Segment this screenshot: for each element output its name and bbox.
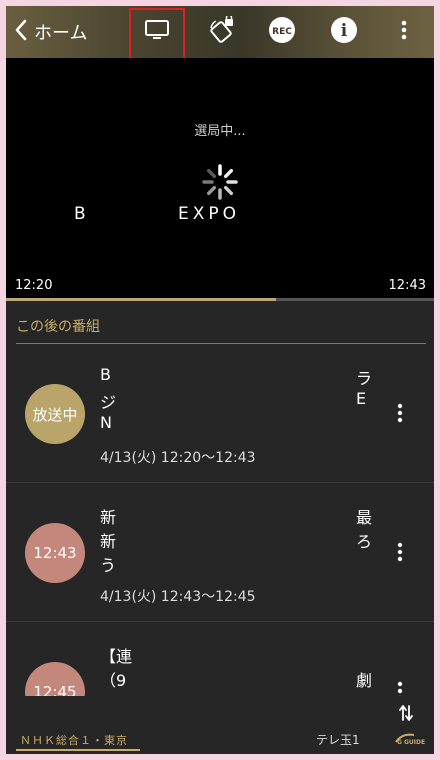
video-caption-center: EXPO <box>178 204 241 224</box>
item-more-button[interactable] <box>391 538 409 566</box>
rec-icon: REC <box>267 15 297 49</box>
current-channel-indicator <box>16 749 140 751</box>
swap-button[interactable] <box>398 704 414 726</box>
video-player[interactable]: 選局中... B EXPO 12:20 12:43 <box>6 58 434 300</box>
playback-progress-bar <box>6 298 434 301</box>
program-item[interactable]: 12:43 新 新 う 最 ろ 4/13(火) 12:43〜12:45 <box>6 483 434 622</box>
item-more-button[interactable] <box>391 677 409 696</box>
back-button[interactable]: ホーム <box>14 18 87 46</box>
channel-bar: ＮＨＫ総合１・東京 テレ玉1 G GUIDE <box>6 696 434 754</box>
screen-rotate-lock-icon <box>208 14 236 48</box>
program-desc-line: ラ <box>356 369 373 388</box>
section-title: この後の番組 <box>16 319 100 335</box>
program-title-line: 【連 <box>100 647 133 666</box>
app-screen: ホーム REC i 選局中... B EXPO 12:20 12:43 この後の… <box>6 6 434 754</box>
rec-button[interactable]: REC <box>256 6 308 58</box>
program-end-time: 12:43 <box>388 278 426 293</box>
chevron-left-icon <box>14 19 28 46</box>
program-list[interactable]: 放送中 B ジ N ラ E 4/13(火) 12:20〜12:43 12:43 … <box>6 344 434 696</box>
program-title-line: う <box>100 556 117 575</box>
program-time: 4/13(火) 12:43〜12:45 <box>100 589 256 605</box>
program-start-time: 12:20 <box>15 278 53 293</box>
start-time-badge: 12:43 <box>25 523 85 583</box>
top-bar: ホーム REC i <box>6 6 434 58</box>
back-label: ホーム <box>34 23 88 44</box>
menu-button[interactable] <box>378 6 430 58</box>
program-desc-line: E <box>356 389 367 408</box>
program-item[interactable]: 12:45 【連 （9 や 劇 <box>6 622 434 696</box>
more-vertical-icon <box>400 19 408 45</box>
next-channel[interactable]: テレ玉1 <box>316 731 360 748</box>
g-guide-logo: G GUIDE <box>394 731 426 746</box>
rotate-lock-button[interactable] <box>196 6 248 58</box>
program-item[interactable]: 放送中 B ジ N ラ E 4/13(火) 12:20〜12:43 <box>6 344 434 483</box>
more-vertical-icon <box>391 403 409 431</box>
program-title-line: （9 <box>100 671 127 690</box>
program-title-line: 新 <box>100 532 117 551</box>
video-caption-left: B <box>74 204 88 224</box>
info-icon: i <box>329 15 359 49</box>
status-badge: 放送中 <box>25 384 85 444</box>
swap-vertical-icon <box>398 705 414 726</box>
current-channel[interactable]: ＮＨＫ総合１・東京 <box>20 732 128 748</box>
program-desc-line: ろ <box>356 532 373 551</box>
tuning-status: 選局中... <box>194 124 246 139</box>
info-label: i <box>341 21 348 41</box>
program-title-line: ジ <box>100 393 117 412</box>
item-more-button[interactable] <box>391 399 409 427</box>
start-time-badge: 12:45 <box>25 662 85 696</box>
info-button[interactable]: i <box>318 6 370 58</box>
program-desc-line: 最 <box>356 508 373 527</box>
program-time: 4/13(火) 12:20〜12:43 <box>100 450 256 466</box>
guide-logo-text: G GUIDE <box>397 739 425 746</box>
selected-icon-highlight <box>129 8 185 60</box>
more-vertical-icon <box>391 542 409 570</box>
program-title-line: 新 <box>100 508 117 527</box>
program-title-line: N <box>100 413 112 432</box>
program-desc-line: 劇 <box>356 671 373 690</box>
progress-fill <box>6 298 276 301</box>
loading-spinner-icon <box>201 163 239 205</box>
rec-label: REC <box>272 27 292 37</box>
program-title-line: B <box>100 365 111 384</box>
